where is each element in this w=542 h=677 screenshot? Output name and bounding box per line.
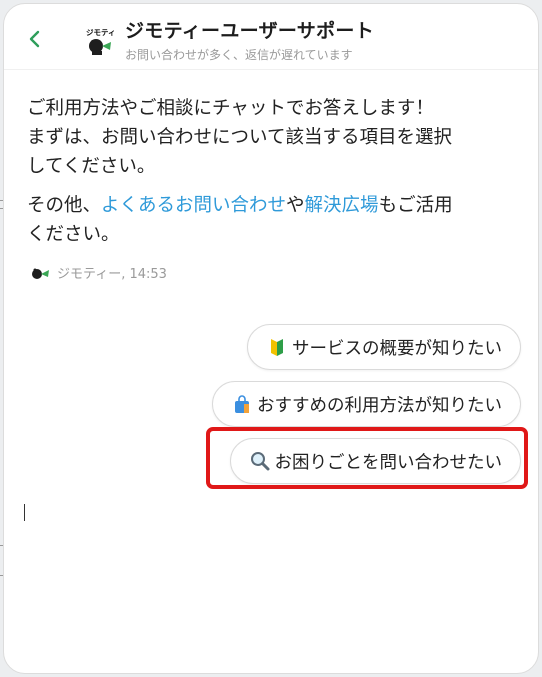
message-sender-time: ジモティー, 14:53 [57, 266, 167, 282]
message-text: や [286, 195, 305, 216]
jmty-logo-icon: ジモティー [84, 26, 123, 58]
quick-reply-label: お困りごとを問い合わせたい [274, 452, 503, 473]
message-line: まずは、お問い合わせについて該当する項目を選択 [27, 127, 452, 148]
message-text: もご活用 [378, 195, 453, 216]
quick-reply-label: おすすめの利用方法が知りたい [257, 395, 502, 416]
chat-header: ジモティー ジモティーユーザーサポート お問い合わせが多く、返信が遅れています [4, 4, 538, 70]
quick-reply-service-overview[interactable]: サービスの概要が知りたい [247, 324, 521, 370]
chat-subtitle: お問い合わせが多く、返信が遅れています [125, 48, 353, 62]
message-text: ください。 [27, 224, 120, 245]
message-line: ご利用方法やご相談にチャットでお答えします！ [27, 98, 434, 119]
quick-reply-label: サービスの概要が知りたい [292, 338, 502, 359]
message-paragraph: その他、よくあるお問い合わせや解決広場もご活用 ください。 [27, 191, 517, 249]
sender-avatar-icon [32, 268, 49, 279]
message-line: してください。 [27, 156, 156, 177]
svg-text:ジモティー: ジモティー [86, 28, 116, 37]
message-meta: ジモティー, 14:53 [29, 262, 167, 282]
chat-title: ジモティーユーザーサポート [125, 20, 375, 42]
bot-message: ご利用方法やご相談にチャットでお答えします！ まずは、お問い合わせについて該当す… [27, 94, 517, 259]
chat-panel: ジモティー ジモティーユーザーサポート お問い合わせが多く、返信が遅れています … [3, 3, 539, 674]
message-paragraph: ご利用方法やご相談にチャットでお答えします！ まずは、お問い合わせについて該当す… [27, 94, 517, 181]
quick-reply-recommended-usage[interactable]: おすすめの利用方法が知りたい [212, 381, 521, 427]
message-text: その他、 [27, 195, 102, 216]
chevron-left-icon [29, 30, 40, 48]
forum-link[interactable]: 解決広場 [305, 195, 379, 216]
magnifier-icon [250, 452, 269, 471]
shopping-bag-icon [235, 395, 249, 413]
back-button[interactable] [22, 26, 48, 52]
beginner-mark-icon [271, 339, 283, 356]
text-cursor [24, 504, 25, 521]
faq-link[interactable]: よくあるお問い合わせ [101, 195, 286, 216]
quick-reply-contact-trouble[interactable]: お困りごとを問い合わせたい [229, 438, 521, 484]
